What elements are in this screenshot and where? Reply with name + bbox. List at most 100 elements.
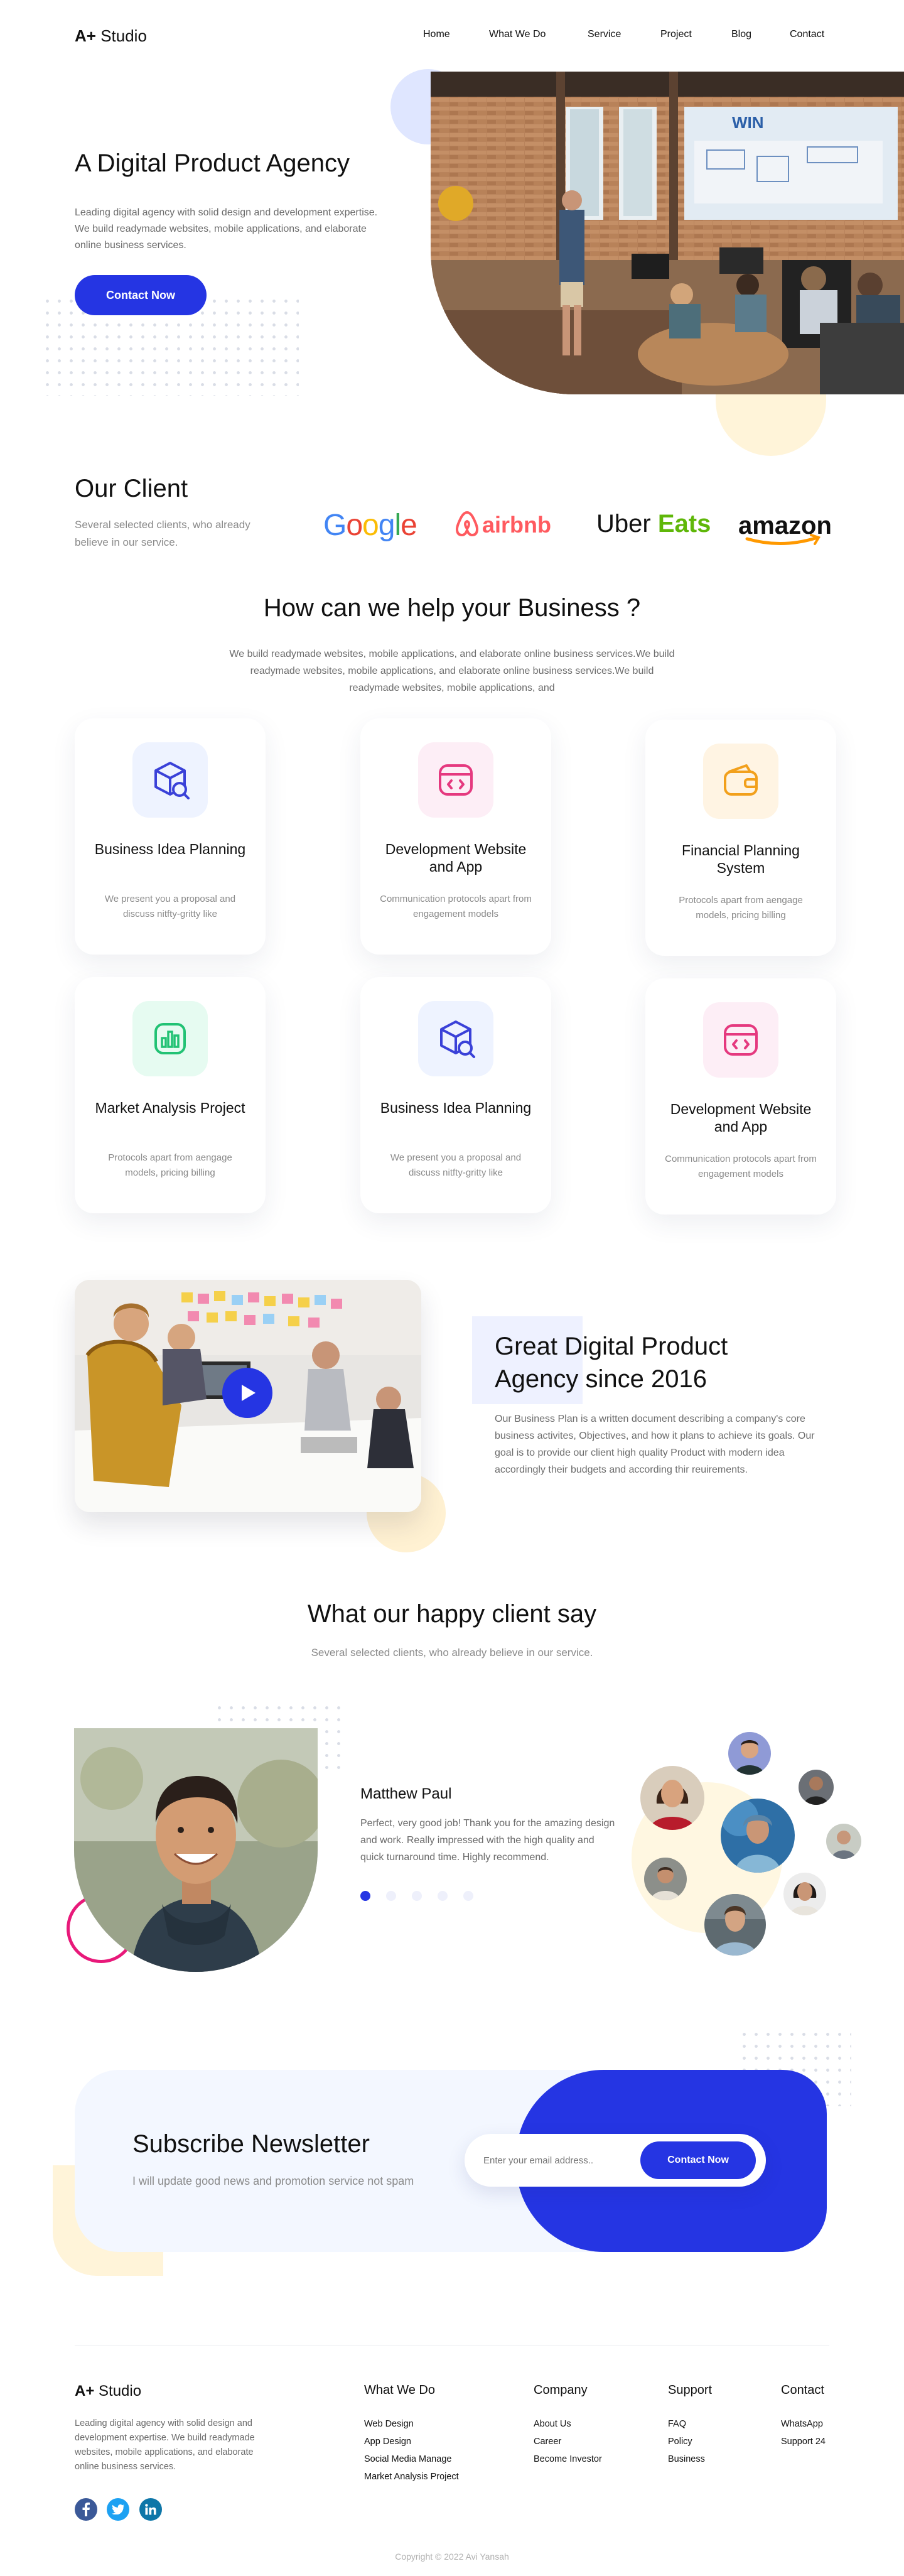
testimonial-main-photo — [74, 1728, 318, 1972]
newsletter-submit-button[interactable]: Contact Now — [640, 2141, 756, 2179]
footer-link[interactable]: Policy — [668, 2437, 692, 2447]
service-card-title: Market Analysis Project — [95, 1100, 245, 1116]
landing-page: A+ Studio Home What We Do Service Projec… — [0, 0, 904, 2576]
testimonials-title: What our happy client say — [307, 1600, 597, 1628]
footer-link[interactable]: Market Analysis Project — [364, 2472, 459, 2482]
testimonial-pagination — [360, 1891, 473, 1901]
footer-column-title: Contact — [781, 2383, 824, 2397]
nav-project[interactable]: Project — [660, 29, 692, 40]
footer-link[interactable]: Business — [668, 2454, 705, 2464]
testimonial-quote: Perfect, very good job! Thank you for th… — [360, 1818, 615, 1863]
footer-link[interactable]: WhatsApp — [781, 2419, 823, 2429]
client-avatar[interactable] — [728, 1732, 771, 1775]
service-card-title: Business Idea Planning — [94, 841, 246, 857]
footer-logo[interactable]: A+ Studio — [75, 2383, 141, 2400]
footer-logo-mark: A+ — [75, 2383, 95, 2400]
service-card[interactable]: Development Website and App Communicatio… — [360, 718, 551, 955]
pagination-dot[interactable] — [412, 1891, 422, 1901]
wallet-icon — [703, 744, 778, 819]
hero-contact-button[interactable]: Contact Now — [75, 275, 207, 315]
email-input[interactable] — [483, 2151, 628, 2169]
svg-text:Google: Google — [323, 509, 417, 542]
client-avatar[interactable] — [826, 1824, 861, 1859]
logo-text: Studio — [95, 26, 147, 45]
nav-service[interactable]: Service — [588, 29, 621, 40]
footer-link[interactable]: App Design — [364, 2437, 411, 2447]
footer-link[interactable]: Web Design — [364, 2419, 414, 2429]
service-card[interactable]: Business Idea Planning We present you a … — [75, 718, 266, 955]
service-card-text: Communication protocols apart from engag… — [380, 894, 532, 919]
footer-link[interactable]: Career — [534, 2437, 561, 2447]
service-card[interactable]: Financial Planning System Protocols apar… — [645, 720, 836, 956]
newsletter-title: Subscribe Newsletter — [132, 2130, 370, 2158]
testimonial-author-name: Matthew Paul — [360, 1785, 452, 1802]
footer-column-title: Company — [534, 2383, 588, 2397]
pagination-dot[interactable] — [463, 1891, 473, 1901]
service-card-title: Financial Planning System — [682, 842, 800, 876]
hero-description: Leading digital agency with solid design… — [75, 207, 378, 251]
airbnb-logo: airbnb — [455, 507, 566, 544]
footer-copyright: Copyright © 2022 Avi Yansah — [395, 2552, 509, 2562]
logo[interactable]: A+ Studio — [75, 26, 147, 46]
bar-chart-icon — [132, 1001, 208, 1076]
play-button[interactable] — [222, 1368, 272, 1418]
service-card-text: We present you a proposal and discuss ni… — [390, 1152, 522, 1178]
services-title: How can we help your Business ? — [263, 594, 641, 622]
cube-search-icon — [132, 742, 208, 818]
testimonials-subtitle: Several selected clients, who already be… — [311, 1647, 593, 1659]
service-card[interactable]: Development Website and App Communicatio… — [645, 978, 836, 1215]
footer-link[interactable]: About Us — [534, 2419, 571, 2429]
footer-column-title: Support — [668, 2383, 713, 2397]
service-card-text: Protocols apart from aengage models, pri… — [679, 895, 803, 921]
nav-blog[interactable]: Blog — [731, 29, 751, 40]
hero-image: WIN — [431, 72, 904, 394]
hero-office-illustration: WIN — [431, 72, 904, 394]
pagination-dot[interactable] — [386, 1891, 396, 1901]
service-card-title: Development Website and App — [385, 841, 527, 875]
client-avatar[interactable] — [704, 1894, 766, 1956]
nav-what-we-do[interactable]: What We Do — [489, 29, 546, 40]
client-avatar[interactable] — [644, 1858, 687, 1900]
amazon-logo: amazon — [738, 510, 832, 552]
hero-title: A Digital Product Agency — [75, 149, 350, 177]
svg-text:airbnb: airbnb — [482, 512, 551, 538]
about-description: Our Business Plan is a written document … — [495, 1414, 815, 1475]
pagination-dot[interactable] — [438, 1891, 448, 1901]
twitter-icon[interactable] — [107, 2498, 129, 2521]
service-card[interactable]: Business Idea Planning We present you a … — [360, 977, 551, 1213]
cube-search-icon — [418, 1001, 493, 1076]
client-avatar[interactable] — [640, 1766, 704, 1830]
google-logo: Google — [323, 506, 424, 551]
facebook-icon[interactable] — [75, 2498, 97, 2521]
airbnb-logo-wordmark: airbnb — [456, 511, 551, 538]
pagination-dot[interactable] — [360, 1891, 370, 1901]
code-window-icon — [418, 742, 493, 818]
client-avatar[interactable] — [799, 1770, 834, 1805]
linkedin-icon[interactable] — [139, 2498, 162, 2521]
footer-link[interactable]: Become Investor — [534, 2454, 602, 2464]
logo-mark: A+ — [75, 26, 96, 45]
svg-text:amazon: amazon — [738, 512, 832, 539]
service-card-title: Business Idea Planning — [380, 1100, 532, 1116]
service-card[interactable]: Market Analysis Project Protocols apart … — [75, 977, 266, 1213]
nav-home[interactable]: Home — [423, 29, 450, 40]
google-logo-wordmark: Google — [323, 509, 417, 542]
about-title: Great Digital Product Agency since 2016 — [495, 1333, 728, 1393]
client-portrait — [74, 1728, 318, 1972]
nav-contact[interactable]: Contact — [790, 29, 824, 40]
amazon-logo-wordmark: amazon — [738, 512, 832, 546]
footer-link[interactable]: Support 24 — [781, 2437, 826, 2447]
ubereats-logo: Uber Eats — [596, 510, 711, 538]
services-subtitle: We build readymade websites, mobile appl… — [229, 649, 675, 693]
footer-link[interactable]: Social Media Manage — [364, 2454, 451, 2464]
footer-link[interactable]: FAQ — [668, 2419, 686, 2429]
footer-logo-text: Studio — [94, 2383, 142, 2400]
top-nav: A+ Studio Home What We Do Service Projec… — [0, 0, 904, 70]
code-window-icon — [703, 1002, 778, 1078]
service-card-text: Protocols apart from aengage models, pri… — [108, 1152, 232, 1178]
svg-text:WIN: WIN — [732, 113, 764, 132]
service-card-title: Development Website and App — [670, 1101, 812, 1135]
client-avatar[interactable] — [783, 1873, 826, 1915]
client-avatar[interactable] — [721, 1799, 795, 1873]
newsletter-subtitle: I will update good news and promotion se… — [132, 2175, 414, 2187]
